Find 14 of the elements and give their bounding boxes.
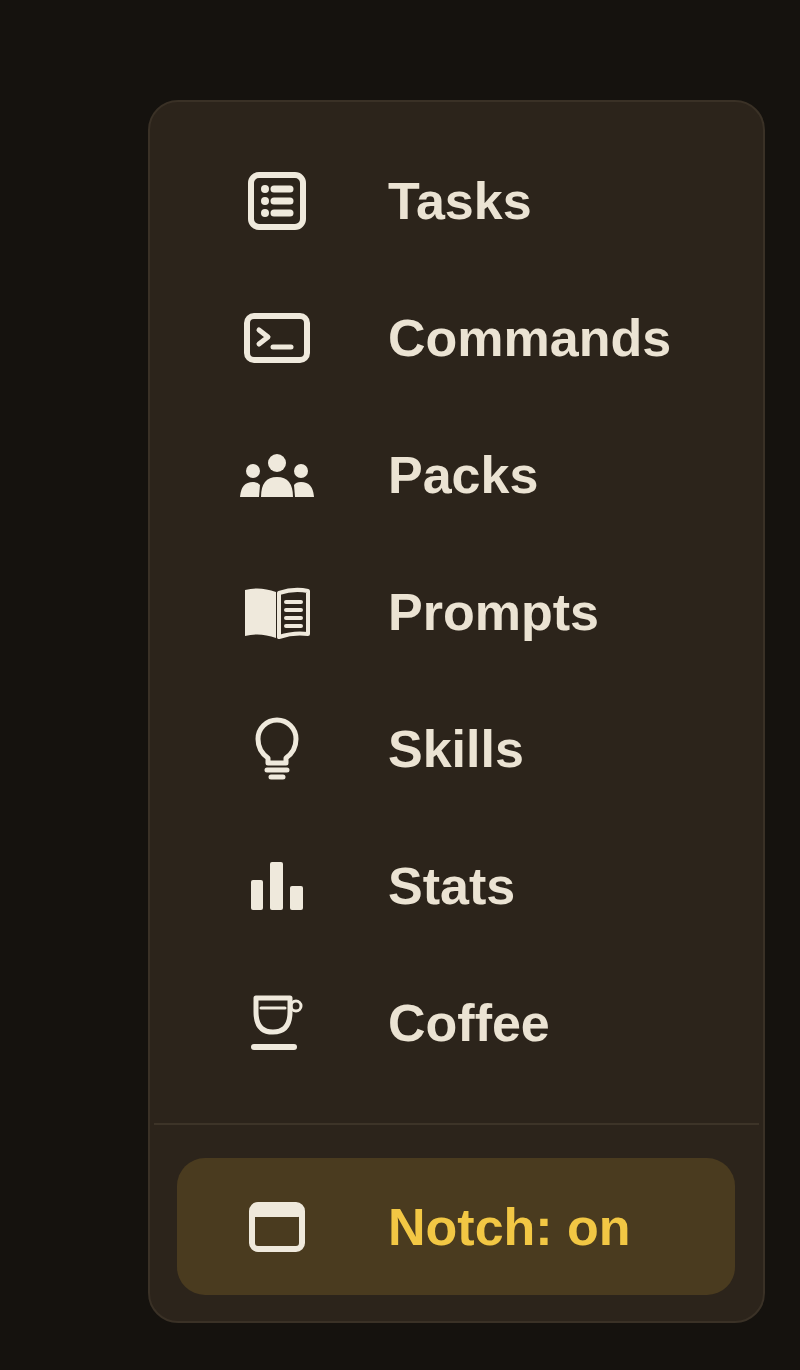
menu-item[interactable]: Stats — [150, 817, 763, 954]
menu-item[interactable]: Prompts — [150, 543, 763, 680]
list-icon — [248, 171, 306, 230]
people-icon — [239, 451, 315, 498]
menu-item[interactable]: Tasks — [150, 132, 763, 269]
menu-item[interactable]: Packs — [150, 406, 763, 543]
notch-toggle[interactable]: Notch: on — [177, 1158, 735, 1295]
lightbulb-icon — [253, 716, 301, 781]
menu-item[interactable]: Skills — [150, 680, 763, 817]
bar-chart-icon — [251, 861, 303, 910]
menu-item[interactable]: Commands — [150, 269, 763, 406]
window-icon — [249, 1201, 305, 1252]
menu-item[interactable]: Coffee — [150, 954, 763, 1091]
terminal-icon — [244, 312, 310, 363]
